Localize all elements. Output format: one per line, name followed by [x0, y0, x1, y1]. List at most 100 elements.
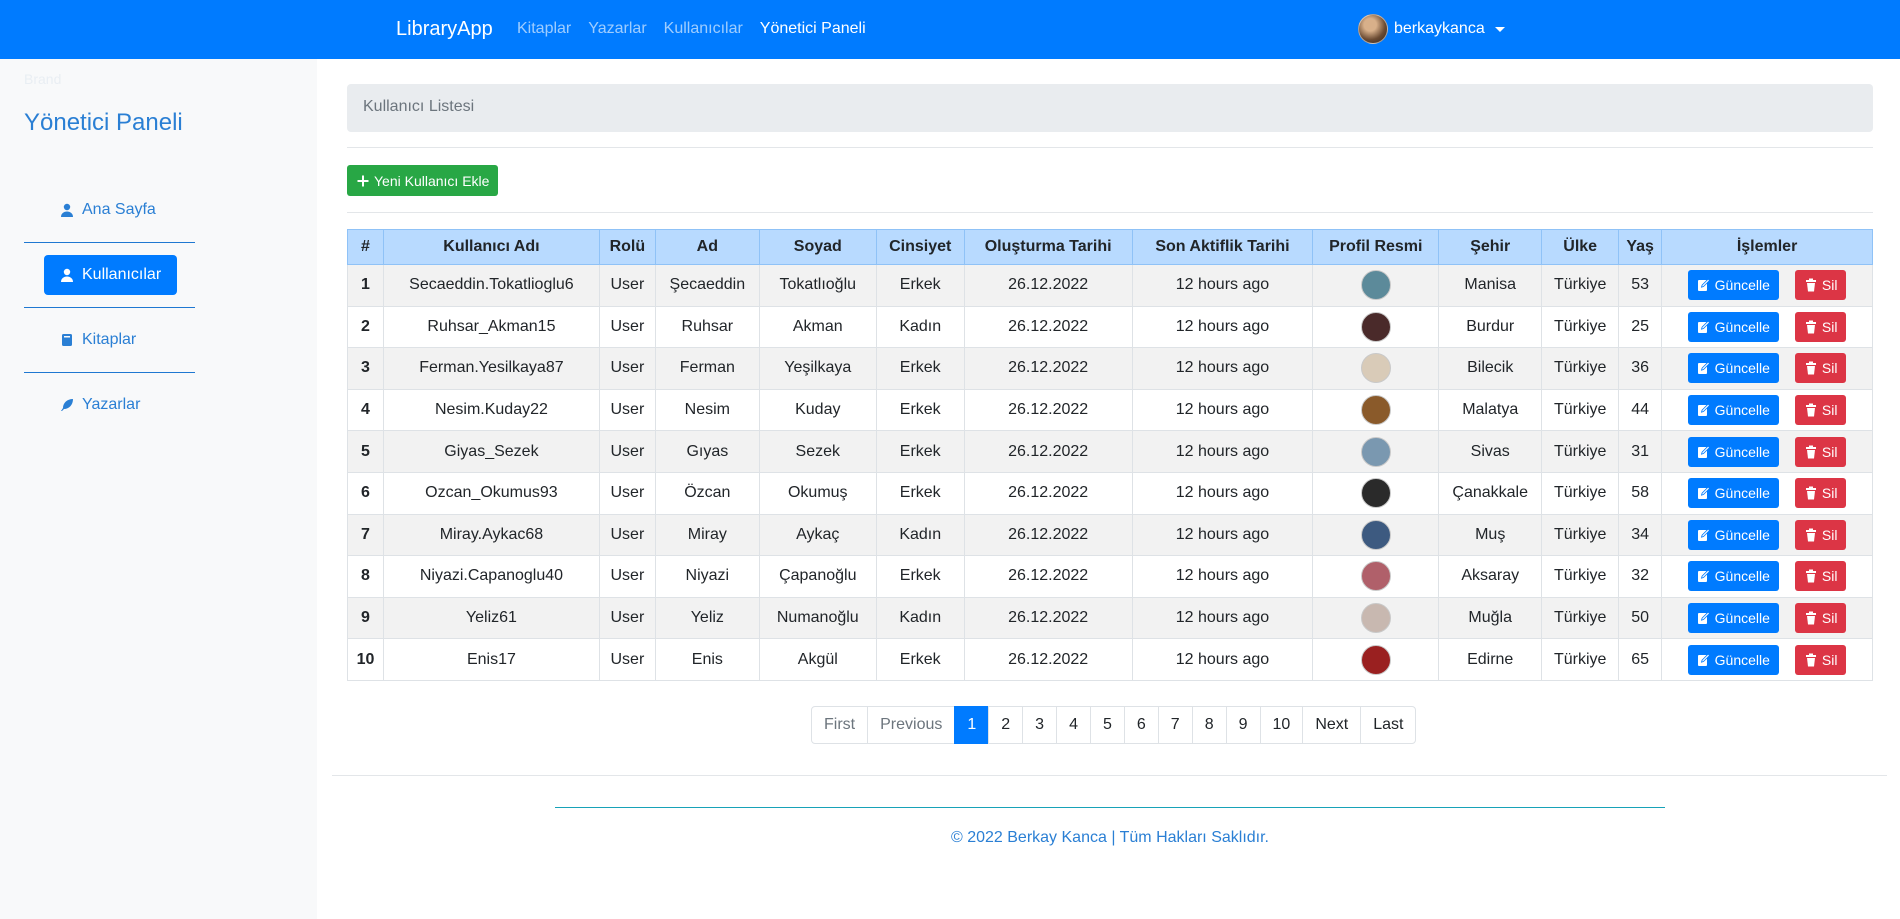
table-cell-country: Türkiye — [1541, 513, 1620, 557]
add-user-label: Yeni Kullanıcı Ekle — [374, 172, 490, 189]
user-icon — [61, 203, 73, 217]
book-icon — [62, 334, 72, 346]
column-header: Cinsiyet — [875, 229, 965, 265]
nav-link-kitaplar[interactable]: Kitaplar — [517, 20, 571, 38]
table-row: 9 Yeliz61 User Yeliz Numanoğlu Kadın 26.12.202… — [347, 596, 1873, 640]
delete-button-label: Sil — [1821, 402, 1838, 419]
table-cell-city: Aksaray — [1438, 555, 1543, 598]
table-cell-country: Türkiye — [1541, 430, 1620, 473]
nav-link-yazarlar[interactable]: Yazarlar — [588, 20, 646, 38]
sidebar-item-yazarlar[interactable]: Yazarlar — [44, 385, 140, 425]
page-number[interactable]: 7 — [1157, 706, 1193, 744]
page-number[interactable]: 2 — [988, 706, 1024, 744]
sidebar-divider — [24, 372, 195, 373]
table-cell-gender: Erkek — [875, 347, 965, 390]
table-cell-index: 2 — [347, 305, 384, 349]
table-cell-username: Ozcan_Okumus93 — [382, 471, 600, 515]
delete-button[interactable]: Sil — [1794, 311, 1847, 342]
update-button[interactable]: Güncelle — [1687, 395, 1779, 426]
table-cell-created-date: 26.12.2022 — [963, 596, 1133, 640]
delete-button[interactable]: Sil — [1794, 270, 1847, 301]
profile-thumbnail — [1360, 519, 1391, 550]
delete-button[interactable]: Sil — [1794, 395, 1847, 426]
table-row: 5 Giyas_Sezek User Gıyas Sezek Erkek 26.12.202… — [347, 430, 1873, 473]
table-cell-index: 1 — [347, 264, 384, 307]
update-button[interactable]: Güncelle — [1687, 519, 1779, 550]
table-cell-country: Türkiye — [1541, 471, 1620, 515]
page-next[interactable]: Next — [1302, 706, 1362, 744]
page-number[interactable]: 6 — [1123, 706, 1159, 744]
table-cell-gender: Kadın — [875, 513, 965, 557]
nav-link-kullanicilar[interactable]: Kullanıcılar — [664, 20, 743, 38]
table-cell-last-active: 12 hours ago — [1131, 430, 1314, 473]
table-cell-age: 36 — [1618, 347, 1663, 390]
delete-button[interactable]: Sil — [1794, 436, 1847, 467]
delete-button[interactable]: Sil — [1794, 353, 1847, 384]
table-cell-profile-picture — [1312, 430, 1440, 473]
page-number[interactable]: 4 — [1056, 706, 1091, 744]
update-button-label: Güncelle — [1714, 568, 1770, 585]
table-cell-username: Ferman.Yesilkaya87 — [382, 347, 600, 390]
add-user-button[interactable]: Yeni Kullanıcı Ekle — [347, 165, 499, 196]
table-cell-role: User — [598, 638, 656, 681]
table-cell-actions: Güncelle Sil — [1661, 555, 1873, 598]
update-button[interactable]: Güncelle — [1687, 603, 1779, 634]
update-button[interactable]: Güncelle — [1687, 311, 1779, 342]
sidebar-item-kitaplar[interactable]: Kitaplar — [44, 320, 136, 360]
table-cell-username: Secaeddin.Tokatlioglu6 — [382, 264, 600, 307]
page-number[interactable]: 8 — [1191, 706, 1227, 744]
page-first[interactable]: First — [811, 706, 869, 744]
table-cell-first-name: Enis — [654, 638, 760, 681]
page-number[interactable]: 9 — [1225, 706, 1261, 744]
trash-icon — [1805, 361, 1816, 375]
table-cell-country: Türkiye — [1541, 555, 1620, 598]
delete-button[interactable]: Sil — [1794, 519, 1847, 550]
column-header: Oluşturma Tarihi — [963, 229, 1133, 265]
update-button[interactable]: Güncelle — [1687, 644, 1779, 675]
table-cell-profile-picture — [1312, 555, 1440, 598]
table-cell-index: 3 — [347, 347, 384, 390]
column-header: Son Aktiflik Tarihi — [1131, 229, 1314, 265]
update-button-label: Güncelle — [1714, 443, 1770, 460]
update-button[interactable]: Güncelle — [1687, 353, 1779, 384]
page-number[interactable]: 3 — [1022, 706, 1058, 744]
page-last[interactable]: Last — [1360, 706, 1417, 744]
table-row: 10 Enis17 User Enis Akgül Erkek 26.12.2022 12 h… — [347, 638, 1873, 681]
table-cell-index: 8 — [347, 555, 384, 598]
update-button-label: Güncelle — [1714, 360, 1770, 377]
page-number[interactable]: 5 — [1089, 706, 1125, 744]
delete-button-label: Sil — [1821, 318, 1838, 335]
update-button-label: Güncelle — [1714, 485, 1770, 502]
sidebar-item-kullanicilar[interactable]: Kullanıcılar — [44, 255, 178, 295]
update-button[interactable]: Güncelle — [1687, 270, 1779, 301]
table-cell-last-active: 12 hours ago — [1131, 264, 1314, 307]
table-cell-city: Çanakkale — [1438, 471, 1543, 515]
table-cell-first-name: Ferman — [654, 347, 760, 390]
divider — [332, 775, 1887, 776]
table-cell-first-name: Ruhsar — [654, 305, 760, 349]
update-button[interactable]: Güncelle — [1687, 478, 1779, 509]
page-number[interactable]: 10 — [1259, 706, 1304, 744]
update-button[interactable]: Güncelle — [1687, 436, 1779, 467]
page-previous[interactable]: Previous — [867, 706, 956, 744]
delete-button[interactable]: Sil — [1794, 478, 1847, 509]
navbar-brand[interactable]: LibraryApp — [396, 18, 493, 41]
column-header: # — [347, 229, 384, 265]
delete-button[interactable]: Sil — [1794, 644, 1847, 675]
delete-button-label: Sil — [1821, 568, 1838, 585]
sidebar-item-ana-sayfa[interactable]: Ana Sayfa — [44, 190, 156, 230]
table-cell-last-active: 12 hours ago — [1131, 638, 1314, 681]
delete-button[interactable]: Sil — [1794, 561, 1847, 592]
table-cell-last-active: 12 hours ago — [1131, 513, 1314, 557]
delete-button[interactable]: Sil — [1794, 603, 1847, 634]
table-cell-country: Türkiye — [1541, 388, 1620, 432]
page-number[interactable]: 1 — [954, 706, 990, 744]
pagination: First Previous 1 2 3 4 5 6 7 8 9 10 Next… — [811, 706, 1417, 744]
table-cell-city: Bilecik — [1438, 347, 1543, 390]
nav-link-yonetici-paneli[interactable]: Yönetici Paneli — [760, 20, 866, 38]
column-header: Ad — [654, 229, 760, 265]
table-cell-role: User — [598, 513, 656, 557]
table-cell-age: 50 — [1618, 596, 1663, 640]
update-button[interactable]: Güncelle — [1687, 561, 1779, 592]
user-menu-dropdown[interactable]: berkaykanca — [1358, 14, 1505, 44]
